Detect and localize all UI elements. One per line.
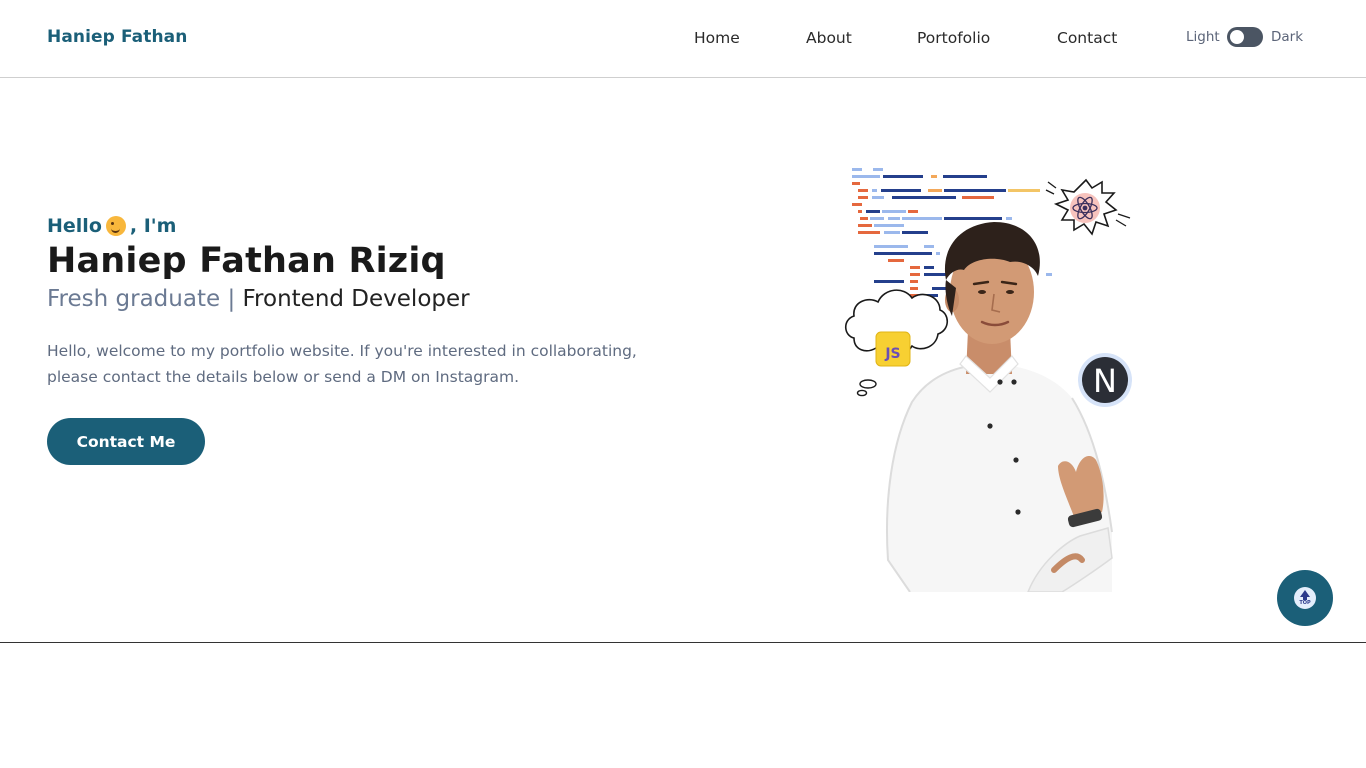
react-sticker-icon bbox=[1045, 178, 1131, 236]
hero-role: Fresh graduate | Frontend Developer bbox=[47, 286, 470, 312]
scroll-to-top-button[interactable]: TOP bbox=[1277, 570, 1333, 626]
winking-face-icon bbox=[105, 216, 126, 236]
greeting-hello: Hello bbox=[47, 215, 102, 237]
toggle-knob bbox=[1230, 30, 1244, 44]
hero-description: Hello, welcome to my portfolio website. … bbox=[47, 342, 637, 386]
developer-portrait bbox=[886, 222, 1113, 592]
role-title: Frontend Developer bbox=[242, 286, 470, 312]
nextjs-badge-icon: N bbox=[1078, 353, 1132, 407]
role-status: Fresh graduate bbox=[47, 286, 221, 312]
developer-photo-illustration: JS N bbox=[844, 168, 1132, 592]
role-separator: | bbox=[227, 286, 236, 312]
nav-link-about[interactable]: About bbox=[806, 29, 852, 47]
nav-link-home[interactable]: Home bbox=[694, 29, 740, 47]
to-top-label: TOP bbox=[1299, 600, 1311, 606]
theme-light-label: Light bbox=[1186, 29, 1220, 45]
navbar: Haniep Fathan Home About Portofolio Cont… bbox=[0, 0, 1366, 78]
theme-toggle-switch[interactable] bbox=[1227, 27, 1263, 47]
contact-me-button[interactable]: Contact Me bbox=[47, 418, 205, 465]
greeting-im: , I'm bbox=[129, 215, 177, 237]
nav-link-portofolio[interactable]: Portofolio bbox=[917, 29, 990, 47]
arrow-up-icon: TOP bbox=[1294, 587, 1316, 609]
hero-name: Haniep Fathan Riziq bbox=[47, 241, 446, 281]
section-divider bbox=[0, 642, 1366, 643]
nav-link-contact[interactable]: Contact bbox=[1057, 29, 1117, 47]
hero-illustration: JS N bbox=[840, 160, 1140, 592]
brand-logo-text[interactable]: Haniep Fathan bbox=[47, 27, 187, 47]
hero-greeting: Hello , I'm bbox=[47, 215, 176, 237]
js-badge-text: JS bbox=[884, 346, 900, 362]
theme-dark-label: Dark bbox=[1271, 29, 1304, 45]
next-badge-text: N bbox=[1093, 362, 1117, 400]
